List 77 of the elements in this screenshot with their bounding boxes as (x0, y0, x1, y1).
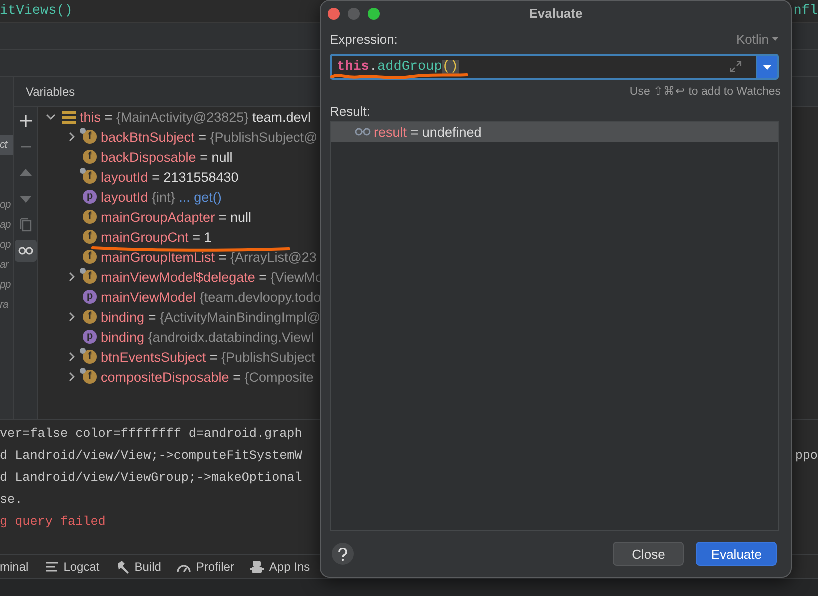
expand-icon[interactable] (730, 61, 742, 73)
variable-icon: p (83, 290, 97, 304)
frame-item[interactable]: ar (0, 255, 13, 275)
variable-icon: f (83, 230, 97, 244)
frame-item[interactable]: ct (0, 135, 13, 155)
tool-tab[interactable]: Profiler (177, 560, 234, 574)
variable-icon: f (83, 270, 97, 284)
object-icon (62, 110, 76, 124)
variable-icon: f (83, 370, 97, 384)
variable-text: binding {androidx.databinding.ViewI (101, 330, 315, 344)
tool-tab[interactable]: App Ins (250, 560, 310, 574)
variable-text: mainGroupItemList = {ArrayList@23 (101, 250, 317, 264)
variable-icon: f (83, 130, 97, 144)
glasses-icon (355, 127, 371, 137)
variable-text: mainGroupCnt = 1 (101, 230, 212, 244)
caret-icon (772, 37, 779, 41)
chevron-right-icon[interactable] (67, 372, 77, 382)
chevron-right-icon[interactable] (67, 352, 77, 362)
expression-label: Expression: (330, 32, 398, 46)
console-line: ppo (795, 449, 818, 463)
hammer-icon (116, 560, 130, 574)
variable-icon: f (83, 350, 97, 364)
console-line: d Landroid/view/ViewGroup;->makeOptional (0, 471, 302, 485)
tool-tab[interactable]: minal (0, 560, 29, 574)
lines-icon (44, 560, 59, 574)
variable-text: compositeDisposable = {Composite (101, 370, 314, 384)
add-icon[interactable] (18, 113, 34, 129)
frame-item[interactable]: ra (0, 295, 13, 315)
variable-text: this = {MainActivity@23825} team.devl (80, 110, 311, 124)
chevron-down-icon[interactable] (46, 112, 56, 122)
code-text: itViews() (0, 4, 73, 18)
console-line: d Landroid/view/View;->computeFitSystemW (0, 449, 302, 463)
variable-icon: f (83, 170, 97, 184)
window-title: Evaluate (529, 6, 583, 21)
hint-text: Use ⇧⌘↩ to add to Watches (630, 85, 781, 98)
variable-text: backBtnSubject = {PublishSubject@ (101, 130, 318, 144)
chevron-right-icon[interactable] (67, 312, 77, 322)
question-icon (338, 548, 348, 560)
tool-tab[interactable]: Logcat (44, 560, 100, 574)
chevron-right-icon[interactable] (67, 272, 77, 282)
frame-item[interactable]: ap (0, 215, 13, 235)
caret-icon (762, 64, 772, 70)
close-icon[interactable] (328, 8, 340, 20)
console-line: g query failed (0, 515, 106, 529)
result-label: Result: (330, 104, 372, 119)
language-dropdown[interactable]: Kotlin (736, 32, 779, 46)
frame-item[interactable]: pp (0, 275, 13, 295)
help-button[interactable] (332, 543, 354, 565)
variable-text: btnEventsSubject = {PublishSubject (101, 350, 316, 364)
code-text: nfl (794, 4, 818, 18)
console-line: se. (0, 493, 23, 507)
close-button[interactable]: Close (613, 542, 684, 566)
history-dropdown-button[interactable] (756, 54, 779, 80)
chevron-right-icon[interactable] (67, 132, 77, 142)
variable-icon: f (83, 250, 97, 264)
variable-text: mainGroupAdapter = null (101, 210, 252, 224)
result-row[interactable]: result = undefined (331, 122, 778, 142)
console-line: ver=false color=ffffffff d=android.graph (0, 427, 302, 441)
variable-text: mainViewModel {team.devloopy.todo (101, 290, 322, 304)
frame-item[interactable]: op (0, 195, 13, 215)
variable-icon: p (83, 330, 97, 344)
result-text: result = undefined (374, 124, 482, 140)
frame-item[interactable]: op (0, 235, 13, 255)
robot-icon (250, 560, 264, 574)
evaluate-button[interactable]: Evaluate (696, 542, 777, 566)
variable-text: binding = {ActivityMainBindingImpl@ (101, 310, 321, 324)
variable-icon: f (83, 150, 97, 164)
variable-text: layoutId = 2131558430 (101, 170, 239, 184)
variable-icon: f (83, 310, 97, 324)
tool-tab[interactable]: Build (116, 560, 162, 574)
panel-title: Variables (26, 84, 76, 98)
expression-field[interactable]: this.addGroup() (330, 54, 756, 80)
variable-icon: f (83, 210, 97, 224)
variable-text: backDisposable = null (101, 150, 233, 164)
zoom-icon[interactable] (368, 8, 380, 20)
variable-icon: p (83, 190, 97, 204)
variable-text: layoutId {int} ... get() (101, 190, 222, 204)
